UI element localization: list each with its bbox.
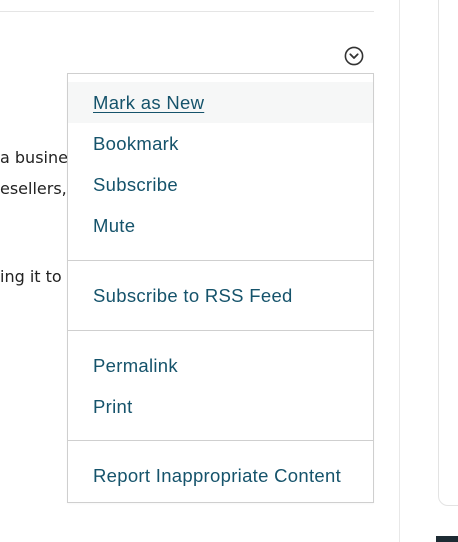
article-text-line: ing it to r [0,267,74,286]
sidebar-card [438,0,458,506]
message-options-button[interactable] [344,46,364,66]
sidebar-footer-block [436,536,458,542]
menu-divider [68,330,373,331]
menu-item-subscribe-rss[interactable]: Subscribe to RSS Feed [68,275,373,316]
menu-item-bookmark[interactable]: Bookmark [68,123,373,164]
menu-item-mute[interactable]: Mute [68,205,373,246]
menu-item-permalink[interactable]: Permalink [68,345,373,386]
content-top-divider [0,11,374,12]
message-options-menu: Mark as New Bookmark Subscribe Mute Subs… [67,73,374,503]
menu-item-mark-as-new[interactable]: Mark as New [68,82,373,123]
sidebar-divider [399,0,400,542]
menu-divider [68,260,373,261]
menu-item-print[interactable]: Print [68,386,373,427]
chevron-down-circle-icon [344,46,364,66]
page: a business esellers, c ing it to r Mark … [0,0,458,542]
menu-item-subscribe[interactable]: Subscribe [68,164,373,205]
menu-item-report-content[interactable]: Report Inappropriate Content [68,455,373,496]
menu-divider [68,440,373,441]
